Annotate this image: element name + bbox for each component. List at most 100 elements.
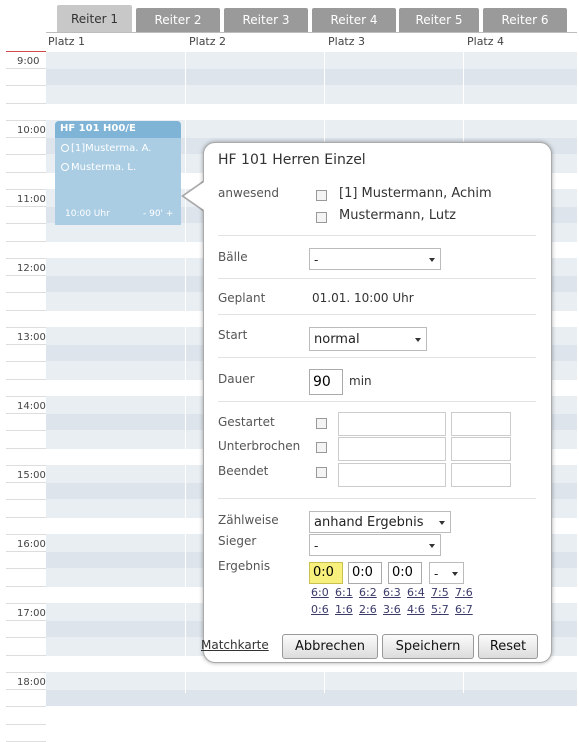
reset-button[interactable]: Reset	[478, 634, 538, 659]
speichern-button[interactable]: Speichern	[382, 634, 474, 659]
grid-slot[interactable]	[46, 52, 577, 68]
time-slot-line	[6, 551, 46, 552]
matchkarte-link[interactable]: Matchkarte	[201, 638, 269, 652]
player-1-name: [1] Mustermann, Achim	[339, 186, 492, 201]
quick-score-6-1[interactable]: 6:1	[335, 586, 353, 599]
time-slot-line	[6, 499, 46, 501]
time-slot-line	[6, 516, 46, 518]
tab-reiter-1[interactable]: Reiter 1	[57, 5, 132, 33]
chevron-down-icon	[429, 258, 435, 262]
quick-score-6-4[interactable]: 6:4	[407, 586, 425, 599]
quick-score-7-5[interactable]: 7:5	[431, 586, 449, 599]
quick-score-6-2[interactable]: 6:2	[359, 586, 377, 599]
beendet-time-input[interactable]	[451, 463, 511, 487]
time-slot-line	[6, 447, 46, 449]
time-label: 12:00	[17, 263, 46, 274]
column-header-platz-4: Platz 4	[467, 35, 505, 48]
gestartet-time-input[interactable]	[451, 412, 511, 436]
tab-reiter-4[interactable]: Reiter 4	[312, 8, 396, 32]
gestartet-date-input[interactable]	[338, 412, 446, 436]
quick-score-3-6[interactable]: 3:6	[383, 603, 401, 616]
beendet-date-input[interactable]	[338, 463, 446, 487]
time-slot-line	[6, 309, 46, 311]
zaehlweise-select[interactable]: anhand Ergebnis	[309, 511, 451, 533]
divider	[218, 498, 536, 499]
tab-reiter-5[interactable]: Reiter 5	[399, 8, 479, 32]
quick-score-0-6[interactable]: 0:6	[311, 603, 329, 616]
circle-icon	[61, 144, 69, 152]
match-details-popup: HF 101 Herren Einzel anwesend [1] Muster…	[203, 142, 552, 663]
tab-reiter-6[interactable]: Reiter 6	[483, 8, 567, 32]
time-slot-line	[6, 223, 46, 225]
time-slot-line	[6, 102, 46, 104]
time-slot-line	[6, 464, 46, 466]
unterbrochen-date-input[interactable]	[338, 437, 446, 461]
grid-slot[interactable]	[46, 673, 577, 689]
time-slot-line	[6, 188, 46, 190]
tab-reiter-2[interactable]: Reiter 2	[136, 8, 220, 32]
time-slot-line	[6, 723, 46, 725]
match-event-block[interactable]: HF 101 H00/E [1]Musterma. A. Musterma. L…	[55, 121, 181, 225]
dauer-input[interactable]: 90	[309, 369, 343, 395]
unterbrochen-checkbox[interactable]	[316, 442, 327, 453]
start-label: Start	[218, 328, 248, 342]
match-event-player-2: Musterma. L.	[61, 162, 136, 173]
score-extra-select[interactable]: -	[429, 562, 464, 584]
time-slot-line	[6, 257, 46, 259]
start-select[interactable]: normal	[309, 327, 427, 351]
set-2-score-input[interactable]: 0:0	[348, 562, 382, 584]
quick-score-6-7[interactable]: 6:7	[455, 603, 473, 616]
time-slot-line	[6, 68, 46, 69]
player-1-present-checkbox[interactable]	[316, 190, 327, 201]
time-slot-line	[6, 119, 46, 121]
grid-slot[interactable]	[46, 724, 577, 741]
tab-reiter-3[interactable]: Reiter 3	[224, 8, 308, 32]
popup-arrow-fill	[184, 182, 204, 210]
beendet-checkbox[interactable]	[316, 467, 327, 478]
time-label: 17:00	[17, 608, 46, 619]
grid-slot[interactable]	[46, 87, 577, 103]
time-slot-line	[6, 275, 46, 276]
quick-score-7-6[interactable]: 7:6	[455, 586, 473, 599]
chevron-down-icon	[415, 338, 421, 342]
sieger-label: Sieger	[218, 534, 257, 548]
grid-slot[interactable]	[46, 69, 577, 86]
grid-slot[interactable]	[46, 708, 577, 724]
column-header-platz-3: Platz 3	[328, 35, 366, 48]
time-label: 14:00	[17, 401, 46, 412]
column-divider	[185, 33, 186, 693]
ergebnis-label: Ergebnis	[218, 559, 271, 573]
gestartet-label: Gestartet	[218, 415, 275, 429]
quick-score-1-6[interactable]: 1:6	[335, 603, 353, 616]
quick-score-4-6[interactable]: 4:6	[407, 603, 425, 616]
time-slot-line	[6, 430, 46, 432]
quick-score-6-0[interactable]: 6:0	[311, 586, 329, 599]
time-slot-line	[6, 85, 46, 87]
time-slot-line	[6, 637, 46, 639]
zaehlweise-label: Zählweise	[218, 513, 279, 527]
time-label: 9:00	[17, 56, 40, 67]
gestartet-checkbox[interactable]	[316, 418, 327, 429]
match-event-duration-control[interactable]: - 90' +	[143, 209, 173, 219]
time-label: 10:00	[17, 125, 46, 136]
grid-slot[interactable]	[46, 690, 577, 707]
quick-score-6-3[interactable]: 6:3	[383, 586, 401, 599]
unterbrochen-time-input[interactable]	[451, 437, 511, 461]
time-slot-line	[6, 240, 46, 242]
time-label: 13:00	[17, 332, 46, 343]
set-1-score-input[interactable]: 0:0	[309, 562, 343, 584]
divider	[218, 357, 536, 358]
player-2-present-checkbox[interactable]	[316, 212, 327, 223]
quick-score-2-6[interactable]: 2:6	[359, 603, 377, 616]
popup-title: HF 101 Herren Einzel	[218, 152, 366, 168]
baelle-select[interactable]: -	[309, 248, 441, 270]
baelle-label: Bälle	[218, 250, 248, 264]
set-3-score-input[interactable]: 0:0	[388, 562, 422, 584]
abbrechen-button[interactable]: Abbrechen	[282, 634, 378, 659]
quick-score-5-7[interactable]: 5:7	[431, 603, 449, 616]
unterbrochen-label: Unterbrochen	[218, 439, 301, 453]
grid-slot[interactable]	[46, 103, 577, 120]
time-slot-line	[6, 706, 46, 708]
beendet-label: Beendet	[218, 464, 269, 478]
sieger-select[interactable]: -	[309, 534, 441, 556]
